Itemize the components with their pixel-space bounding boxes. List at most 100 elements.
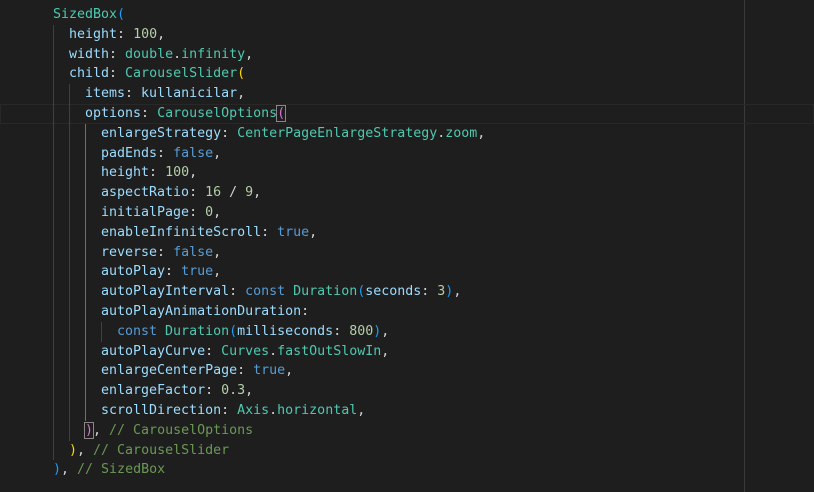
code-lines[interactable]: SizedBox(height: 100, width: double.infin… (0, 5, 814, 480)
code-token: , (213, 204, 222, 220)
code-token: enlargeStrategy (101, 125, 222, 141)
code-token: Curves (221, 343, 270, 359)
code-token: : (301, 303, 310, 319)
code-line[interactable]: ), // CarouselSlider (0, 440, 814, 461)
code-line[interactable]: ), // CarouselOptions (0, 420, 814, 441)
code-token: . (173, 46, 182, 62)
code-token: seconds (365, 284, 422, 300)
code-token: Axis (237, 402, 270, 418)
code-token: CarouselSlider (125, 66, 238, 82)
indent-guide (101, 321, 102, 342)
code-token: ) (69, 442, 78, 458)
code-line[interactable]: const Duration(milliseconds: 800), (0, 321, 814, 342)
code-token: const (117, 323, 158, 339)
code-token: autoPlayAnimationDuration (101, 303, 302, 319)
code-token: false (173, 145, 214, 161)
code-token: : (221, 402, 238, 418)
code-token: , (357, 402, 366, 418)
indent-guide (69, 262, 70, 283)
code-token: ( (276, 104, 287, 122)
code-token: . (269, 343, 278, 359)
indent-guide (53, 24, 54, 45)
code-token: , (213, 244, 222, 260)
code-token: 100 (165, 165, 190, 181)
code-token: : (229, 284, 246, 300)
code-token: : (149, 165, 166, 181)
code-line-text: autoPlay: true, (101, 262, 221, 282)
indent-guide (53, 301, 54, 322)
indent-guide (53, 84, 54, 104)
code-editor[interactable]: SizedBox(height: 100, width: double.infin… (0, 0, 814, 492)
code-line[interactable]: padEnds: false, (0, 143, 814, 164)
code-line[interactable]: autoPlayCurve: Curves.fastOutSlowIn, (0, 341, 814, 362)
indent-guide (53, 321, 54, 342)
code-token: false (173, 244, 214, 260)
code-token: autoPlayCurve (101, 343, 206, 359)
indent-guide (69, 143, 70, 164)
code-token: , (237, 86, 246, 102)
indent-guide (85, 222, 86, 243)
code-token: kullanicilar (141, 86, 238, 102)
code-line[interactable]: enableInfiniteScroll: true, (0, 222, 814, 243)
code-line-text: ), // CarouselSlider (69, 441, 229, 461)
code-token: : (157, 244, 174, 260)
code-token: true (181, 264, 214, 280)
indent-guide (69, 341, 70, 362)
code-token: , (93, 422, 110, 438)
code-line[interactable]: height: 100, (0, 24, 814, 45)
code-token: , (213, 145, 222, 161)
indent-guide (85, 400, 86, 421)
code-token: , (189, 165, 198, 181)
indent-guide (53, 103, 54, 124)
code-line[interactable]: options: CarouselOptions( (0, 103, 814, 124)
code-token: padEnds (101, 145, 158, 161)
code-token: , (381, 343, 390, 359)
code-token: SizedBox (53, 7, 118, 22)
indent-guide (69, 123, 70, 144)
code-line-text: const Duration(milliseconds: 800), (117, 322, 389, 342)
indent-guide (53, 143, 54, 164)
code-token: autoPlay (101, 264, 166, 280)
code-line[interactable]: initialPage: 0, (0, 202, 814, 223)
code-token: scrollDirection (101, 402, 222, 418)
code-line[interactable]: enlargeStrategy: CenterPageEnlargeStrate… (0, 123, 814, 144)
indent-guide (85, 183, 86, 203)
code-token: 0.3 (221, 383, 246, 399)
code-token: horizontal (277, 402, 358, 418)
indent-guide (69, 301, 70, 322)
code-line[interactable]: ), // SizedBox (0, 460, 814, 480)
code-token: . (269, 402, 278, 418)
code-line[interactable]: enlargeFactor: 0.3, (0, 381, 814, 401)
code-line[interactable]: scrollDirection: Axis.horizontal, (0, 400, 814, 421)
code-line[interactable]: autoPlayAnimationDuration: (0, 301, 814, 322)
code-token: : (141, 105, 158, 121)
indent-guide (53, 381, 54, 401)
code-line[interactable]: autoPlay: true, (0, 262, 814, 283)
code-line[interactable]: width: double.infinity, (0, 44, 814, 65)
indent-guide (53, 400, 54, 421)
code-token: , (61, 462, 78, 478)
code-token: : (421, 284, 438, 300)
code-token: reverse (101, 244, 158, 260)
code-line[interactable]: enlargeCenterPage: true, (0, 361, 814, 382)
code-token: const (245, 284, 286, 300)
code-line[interactable]: reverse: false, (0, 242, 814, 263)
code-line-text: items: kullanicilar, (85, 84, 245, 104)
code-token: , (453, 284, 462, 300)
code-line[interactable]: child: CarouselSlider( (0, 64, 814, 85)
indent-guide (53, 440, 54, 461)
code-line[interactable]: aspectRatio: 16 / 9, (0, 183, 814, 203)
code-line-text: height: 100, (69, 25, 165, 45)
indent-guide (85, 361, 86, 382)
code-line[interactable]: autoPlayInterval: const Duration(seconds… (0, 282, 814, 302)
indent-guide (69, 202, 70, 223)
indent-guide (69, 282, 70, 302)
code-token: enlargeFactor (101, 383, 206, 399)
code-line[interactable]: items: kullanicilar, (0, 84, 814, 104)
indent-guide (85, 242, 86, 263)
code-line[interactable]: height: 100, (0, 163, 814, 184)
code-token: CarouselOptions (157, 105, 278, 121)
code-line[interactable]: SizedBox( (0, 5, 814, 25)
